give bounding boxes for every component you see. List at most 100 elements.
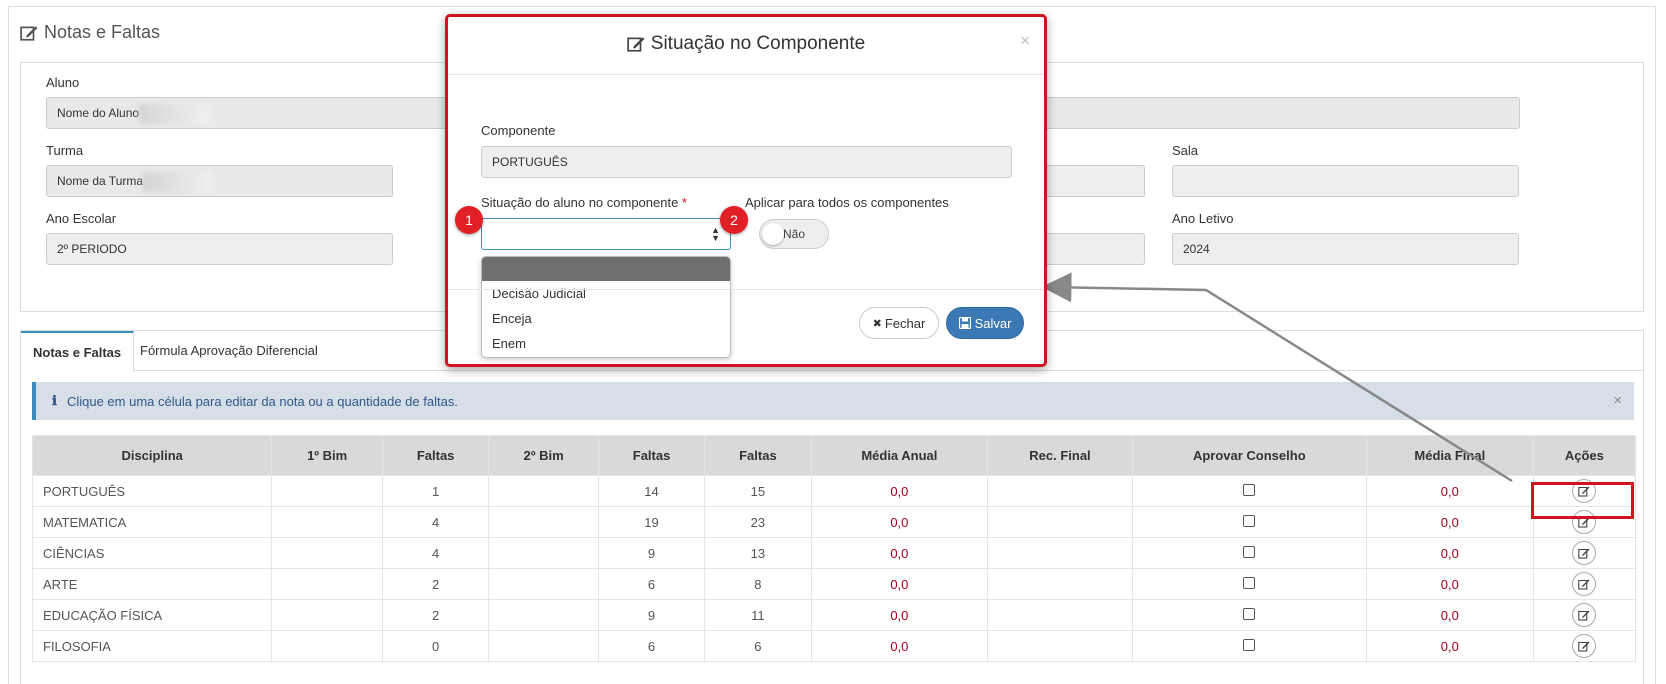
- cell-faltas1[interactable]: 4: [381, 537, 490, 569]
- toggle-knob: [762, 223, 784, 245]
- aplicar-toggle[interactable]: Não: [759, 219, 829, 249]
- table-row: ARTE 2 6 8 0,0 0,0: [31, 568, 1637, 600]
- cell-aprovar-conselho: [1131, 475, 1367, 507]
- cell-disciplina: ARTE: [31, 568, 273, 600]
- sala-label: Sala: [1172, 143, 1199, 158]
- situacao-modal: Situação no Componente × Componente PORT…: [445, 14, 1047, 367]
- cell-disciplina: PORTUGUÊS: [31, 475, 273, 507]
- aprovar-conselho-checkbox[interactable]: [1243, 607, 1256, 620]
- turma-label: Turma: [46, 143, 84, 158]
- cell-media-anual[interactable]: 0,0: [810, 475, 989, 507]
- cell-media-anual[interactable]: 0,0: [810, 537, 989, 569]
- aprovar-conselho-checkbox[interactable]: [1243, 545, 1256, 558]
- cell-media-final: 0,0: [1365, 506, 1534, 538]
- situacao-select[interactable]: ▲ ▼: [481, 218, 731, 250]
- aplicar-label: Aplicar para todos os componentes: [745, 195, 949, 210]
- alert-text: Clique em uma célula para editar da nota…: [66, 393, 458, 409]
- cell-disciplina: FILOSOFIA: [31, 630, 273, 662]
- edit-situacao-button[interactable]: [1572, 541, 1597, 565]
- cell-disciplina: EDUCAÇÃO FÍSICA: [31, 599, 273, 631]
- aluno-value: Nome do Aluno: [57, 106, 140, 120]
- col-bim2: 2º Bim: [488, 435, 599, 476]
- salvar-button[interactable]: Salvar: [946, 307, 1024, 339]
- cell-bim1[interactable]: [271, 599, 383, 631]
- componente-field: PORTUGUÊS: [481, 146, 1012, 178]
- aprovar-conselho-checkbox[interactable]: [1243, 483, 1256, 496]
- aprovar-conselho-checkbox[interactable]: [1243, 514, 1256, 527]
- cell-rec-final[interactable]: [987, 568, 1133, 600]
- col-faltas1: Faltas: [381, 435, 490, 476]
- dropdown-option-empty[interactable]: [482, 257, 730, 281]
- fechar-button[interactable]: ✖ Fechar: [859, 307, 939, 339]
- cell-faltas3[interactable]: 6: [704, 630, 812, 662]
- cell-faltas1[interactable]: 2: [381, 568, 490, 600]
- col-media-anual: Média Anual: [810, 435, 989, 476]
- cell-media-anual[interactable]: 0,0: [810, 630, 989, 662]
- cell-aprovar-conselho: [1131, 630, 1367, 662]
- cell-faltas1[interactable]: 0: [381, 630, 490, 662]
- cell-rec-final[interactable]: [987, 475, 1133, 507]
- aprovar-conselho-checkbox[interactable]: [1243, 638, 1256, 651]
- edit-situacao-button[interactable]: [1572, 634, 1597, 658]
- cell-bim2[interactable]: [488, 630, 599, 662]
- page-title: Notas e Faltas: [20, 22, 160, 43]
- alert-close-icon[interactable]: ×: [1613, 392, 1622, 409]
- cell-bim2[interactable]: [488, 599, 599, 631]
- cell-faltas3[interactable]: 23: [704, 506, 812, 538]
- col-disciplina: Disciplina: [31, 435, 273, 476]
- cell-media-anual[interactable]: 0,0: [810, 506, 989, 538]
- cell-rec-final[interactable]: [987, 630, 1133, 662]
- cell-bim1[interactable]: [271, 568, 383, 600]
- cell-acoes: [1532, 568, 1637, 600]
- cell-bim1[interactable]: [271, 630, 383, 662]
- cell-faltas2[interactable]: 9: [597, 599, 706, 631]
- cell-faltas2[interactable]: 19: [597, 506, 706, 538]
- sala-field: [1172, 165, 1519, 197]
- cell-faltas2[interactable]: 6: [597, 630, 706, 662]
- cell-faltas1[interactable]: 2: [381, 599, 490, 631]
- ano-escolar-label: Ano Escolar: [46, 211, 117, 226]
- cell-rec-final[interactable]: [987, 537, 1133, 569]
- edit-icon: [627, 37, 645, 52]
- cell-media-final: 0,0: [1365, 630, 1534, 662]
- cell-faltas2[interactable]: 14: [597, 475, 706, 507]
- modal-close-icon[interactable]: ×: [1020, 31, 1030, 51]
- times-icon: ✖: [872, 317, 882, 330]
- col-faltas2: Faltas: [597, 435, 706, 476]
- cell-media-anual[interactable]: 0,0: [810, 599, 989, 631]
- tab-notas-faltas[interactable]: Notas e Faltas: [21, 331, 135, 372]
- table-row: PORTUGUÊS 1 14 15 0,0 0,0: [31, 475, 1637, 507]
- cell-faltas1[interactable]: 1: [381, 475, 490, 507]
- table-row: CIÊNCIAS 4 9 13 0,0 0,0: [31, 537, 1637, 569]
- cell-rec-final[interactable]: [987, 506, 1133, 538]
- cell-bim1[interactable]: [271, 475, 383, 507]
- cell-faltas3[interactable]: 15: [704, 475, 812, 507]
- cell-media-anual[interactable]: 0,0: [810, 568, 989, 600]
- edit-situacao-button[interactable]: [1572, 572, 1597, 596]
- col-rec-final: Rec. Final: [987, 435, 1133, 476]
- tab-formula-aprovacao[interactable]: Fórmula Aprovação Diferencial: [128, 331, 330, 371]
- cell-rec-final[interactable]: [987, 599, 1133, 631]
- cell-faltas3[interactable]: 11: [704, 599, 812, 631]
- aprovar-conselho-checkbox[interactable]: [1243, 576, 1256, 589]
- cell-bim2[interactable]: [488, 537, 599, 569]
- cell-bim1[interactable]: [271, 537, 383, 569]
- edit-icon: [1578, 579, 1590, 590]
- cell-faltas3[interactable]: 13: [704, 537, 812, 569]
- componente-label: Componente: [481, 123, 556, 138]
- cell-faltas2[interactable]: 6: [597, 568, 706, 600]
- table-body: PORTUGUÊS 1 14 15 0,0 0,0 MATEMATICA 4 19 23 0,0 0,…: [31, 475, 1637, 662]
- edit-situacao-button[interactable]: [1572, 603, 1597, 627]
- cell-faltas3[interactable]: 8: [704, 568, 812, 600]
- situacao-label: Situação do aluno no componente *: [481, 195, 687, 210]
- cell-bim2[interactable]: [488, 475, 599, 507]
- cell-acoes: [1532, 630, 1637, 662]
- cell-bim2[interactable]: [488, 568, 599, 600]
- cell-aprovar-conselho: [1131, 599, 1367, 631]
- annotation-badge-2: 2: [720, 206, 748, 234]
- cell-faltas1[interactable]: 4: [381, 506, 490, 538]
- cell-bim1[interactable]: [271, 506, 383, 538]
- cell-faltas2[interactable]: 9: [597, 537, 706, 569]
- cell-bim2[interactable]: [488, 506, 599, 538]
- col-media-final: Média Final: [1365, 435, 1534, 476]
